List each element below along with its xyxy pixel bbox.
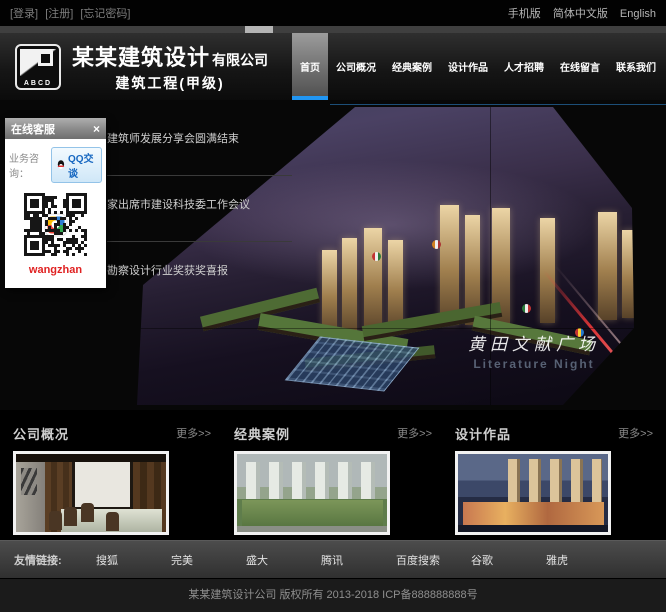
consult-label: 业务咨询： <box>9 150 49 180</box>
news-list: 建筑师发展分享会圆满结束 家出席市建设科技委工作会议 勘察设计行业奖获奖喜报 <box>107 110 292 307</box>
balloon-art <box>372 252 381 261</box>
nav-item-message[interactable]: 在线留言 <box>552 33 608 100</box>
simplified-chinese-link[interactable]: 简体中文版 <box>553 8 608 20</box>
image-watermark: 黄田文献广场 Literature Night <box>468 330 600 371</box>
login-link[interactable]: [登录] <box>10 8 38 20</box>
company-name: 某某建筑设计 <box>72 40 210 72</box>
friend-links-label: 友情链接: <box>14 552 96 568</box>
balloon-art <box>432 240 441 249</box>
friend-links-bar: 友情链接: 搜狐 完美 盛大 腾讯 百度搜索 谷歌 雅虎 <box>0 540 666 578</box>
mobile-version-link[interactable]: 手机版 <box>508 8 541 20</box>
more-link-about[interactable]: 更多>> <box>176 425 211 441</box>
nav-item-about[interactable]: 公司概况 <box>328 33 384 100</box>
watermark-chinese: 黄田文献广场 <box>468 330 600 355</box>
qq-chat-label: QQ交谈 <box>68 150 96 180</box>
nav-item-jobs[interactable]: 人才招聘 <box>496 33 552 100</box>
works-thumbnail-image[interactable] <box>455 451 611 535</box>
online-service-panel: 在线客服 × 业务咨询： QQ交谈 wangzhan <box>5 118 106 288</box>
company-suffix: 有限公司 <box>212 50 268 70</box>
qq-chat-button[interactable]: QQ交谈 <box>51 147 102 183</box>
top-bar: [登录] [注册] [忘记密码] 手机版 简体中文版 English <box>0 0 666 26</box>
friend-link-shengda[interactable]: 盛大 <box>246 552 321 568</box>
section-columns: 公司概况 更多>> 经典案例 更多>> 设计作品 更多>> <box>0 410 666 540</box>
service-panel-header: 在线客服 × <box>5 118 106 139</box>
main-nav: 首页 公司概况 经典案例 设计作品 人才招聘 在线留言 联系我们 <box>292 33 664 100</box>
news-item[interactable]: 建筑师发展分享会圆满结束 <box>107 110 292 176</box>
friend-link-yahoo[interactable]: 雅虎 <box>546 552 621 568</box>
nav-item-contact[interactable]: 联系我们 <box>608 33 664 100</box>
more-link-cases[interactable]: 更多>> <box>397 425 432 441</box>
nav-item-cases[interactable]: 经典案例 <box>384 33 440 100</box>
english-link[interactable]: English <box>620 8 656 20</box>
forgot-password-link[interactable]: [忘记密码] <box>80 8 130 20</box>
friend-link-tengxun[interactable]: 腾讯 <box>321 552 396 568</box>
company-title: 某某建筑设计 有限公司 建筑工程(甲级) <box>72 40 268 93</box>
close-icon[interactable]: × <box>93 123 100 135</box>
glass-canopy-art <box>285 336 420 391</box>
qr-caption: wangzhan <box>9 264 102 276</box>
friend-link-google[interactable]: 谷歌 <box>471 552 546 568</box>
qr-code-image <box>24 193 87 256</box>
section-title-about: 公司概况 <box>13 424 69 443</box>
register-link[interactable]: [注册] <box>45 8 73 20</box>
qq-penguin-icon <box>57 159 65 171</box>
more-link-works[interactable]: 更多>> <box>618 425 653 441</box>
service-panel-body: 业务咨询： QQ交谈 wangzhan <box>5 139 106 288</box>
news-item[interactable]: 勘察设计行业奖获奖喜报 <box>107 242 292 307</box>
section-title-cases: 经典案例 <box>234 424 290 443</box>
friend-link-baidu[interactable]: 百度搜索 <box>396 552 471 568</box>
section-title-works: 设计作品 <box>455 424 511 443</box>
nav-item-home[interactable]: 首页 <box>292 33 328 100</box>
balloon-art <box>522 304 531 313</box>
friend-link-souhu[interactable]: 搜狐 <box>96 552 171 568</box>
column-works: 设计作品 更多>> <box>455 422 653 540</box>
column-about: 公司概况 更多>> <box>13 422 211 540</box>
company-subtitle: 建筑工程(甲级) <box>72 73 268 93</box>
news-item[interactable]: 家出席市建设科技委工作会议 <box>107 176 292 242</box>
scrollbar-thumb[interactable] <box>245 26 273 33</box>
panel-seam-line <box>0 328 666 329</box>
nav-item-works[interactable]: 设计作品 <box>440 33 496 100</box>
cases-thumbnail-image[interactable] <box>234 451 390 535</box>
friend-link-wanmei[interactable]: 完美 <box>171 552 246 568</box>
account-links: [登录] [注册] [忘记密码] <box>10 5 135 21</box>
nav-underline <box>330 104 666 105</box>
watermark-english: Literature Night <box>468 357 600 371</box>
column-cases: 经典案例 更多>> <box>234 422 432 540</box>
horizontal-scrollbar[interactable] <box>0 26 666 33</box>
logo-square-shape <box>38 51 53 66</box>
service-panel-title: 在线客服 <box>11 121 55 137</box>
company-logo: ABCD <box>15 44 61 90</box>
language-links: 手机版 简体中文版 English <box>499 5 656 21</box>
logo-text: ABCD <box>17 80 59 87</box>
footer-copyright: 某某建筑设计公司 版权所有 2013-2018 ICP备888888888号 <box>0 578 666 612</box>
site-header: ABCD 某某建筑设计 有限公司 建筑工程(甲级) 首页 公司概况 经典案例 设… <box>0 33 666 100</box>
about-thumbnail-image[interactable] <box>13 451 169 535</box>
